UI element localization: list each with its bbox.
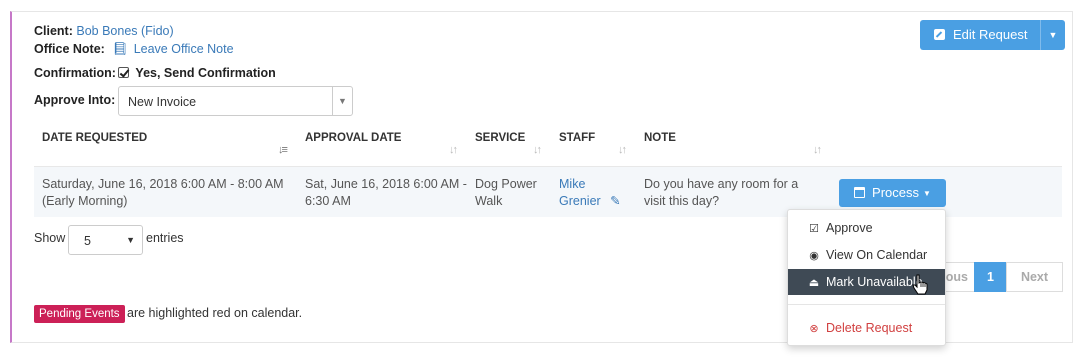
- menu-item-view-calendar[interactable]: ◉ View On Calendar: [788, 242, 945, 268]
- note-line2: visit this day?: [644, 194, 720, 208]
- legend-text: are highlighted red on calendar.: [127, 306, 303, 320]
- edit-request-label: Edit Request: [953, 27, 1028, 42]
- approve-into-value: New Invoice: [128, 95, 197, 109]
- hand-cursor-icon: [912, 274, 928, 295]
- leave-office-note-link[interactable]: Leave Office Note: [134, 42, 234, 56]
- th-note[interactable]: NOTE: [644, 132, 676, 144]
- staff-link-line1[interactable]: Mike: [559, 176, 621, 193]
- delete-request-label: Delete Request: [826, 321, 913, 335]
- approve-into-select[interactable]: New Invoice ▼: [118, 86, 353, 116]
- office-note-row: Office Note: 📘︎ Leave Office Note: [34, 42, 234, 57]
- client-label: Client:: [34, 24, 73, 38]
- th-service[interactable]: SERVICE: [475, 132, 525, 144]
- eject-icon: ⏏: [808, 277, 820, 289]
- th-staff[interactable]: STAFF: [559, 132, 595, 144]
- service-line2: Walk: [475, 194, 503, 208]
- edit-request-button[interactable]: Edit Request: [920, 20, 1040, 50]
- chevron-down-icon: ▼: [126, 235, 135, 245]
- approval-line1: Sat, June 16, 2018 6:00 AM -: [305, 177, 467, 191]
- calendar-icon: [854, 187, 866, 198]
- menu-item-delete-request[interactable]: ⊗ Delete Request: [788, 315, 945, 341]
- menu-divider: [788, 304, 945, 305]
- show-label: Show: [34, 231, 66, 245]
- process-button[interactable]: Process ▼: [839, 179, 946, 207]
- cell-date-requested: Saturday, June 16, 2018 6:00 AM - 8:00 A…: [42, 176, 284, 210]
- client-link[interactable]: Bob Bones (Fido): [76, 24, 173, 38]
- edit-request-button-group: Edit Request ▼: [920, 20, 1065, 50]
- date-requested-line1: Saturday, June 16, 2018 6:00 AM - 8:00 A…: [42, 177, 284, 191]
- sort-icon: ↓↑: [618, 144, 627, 156]
- entries-select[interactable]: 5 ▼: [68, 225, 143, 255]
- approve-label: Approve: [826, 221, 873, 235]
- times-circle-icon: ⊗: [809, 323, 819, 335]
- approve-into-label: Approve Into:: [34, 93, 116, 107]
- process-label: Process: [872, 185, 920, 200]
- th-approval-date[interactable]: APPROVAL DATE: [305, 132, 401, 144]
- menu-item-approve[interactable]: ☑ Approve: [788, 215, 945, 241]
- request-panel: Client: Bob Bones (Fido) Office Note: 📘︎…: [10, 11, 1073, 346]
- book-icon: 📘︎: [112, 42, 129, 56]
- entries-label: entries: [146, 231, 184, 245]
- sort-icon: ↓↑: [533, 144, 542, 156]
- note-line1: Do you have any room for a: [644, 177, 799, 191]
- approve-into-row: Approve Into:: [34, 93, 115, 107]
- cell-service: Dog Power Walk: [475, 176, 537, 210]
- cell-note: Do you have any room for a visit this da…: [644, 176, 798, 210]
- confirmation-row: Confirmation: Yes, Send Confirmation: [34, 66, 276, 80]
- sort-desc-icon: ↓≡: [278, 144, 288, 156]
- th-date-requested[interactable]: DATE REQUESTED: [42, 132, 147, 144]
- confirmation-value: Yes, Send Confirmation: [135, 66, 276, 80]
- edit-request-dropdown-toggle[interactable]: ▼: [1040, 20, 1065, 50]
- approval-line2: 6:30 AM: [305, 194, 351, 208]
- pagination-page-1[interactable]: 1: [974, 262, 1007, 292]
- sort-icon: ↓↑: [449, 144, 458, 156]
- office-note-label: Office Note:: [34, 42, 105, 56]
- sort-icon: ↓↑: [813, 144, 822, 156]
- checkbox-icon: ☑: [809, 223, 819, 235]
- date-requested-line2: (Early Morning): [42, 194, 128, 208]
- mark-unavailable-label: Mark Unavailable: [826, 275, 923, 289]
- chevron-down-icon: ▼: [332, 87, 352, 115]
- caret-down-icon: ▼: [923, 189, 931, 198]
- pagination-next[interactable]: Next: [1006, 262, 1063, 292]
- eye-icon: ◉: [809, 250, 819, 262]
- view-calendar-label: View On Calendar: [826, 248, 928, 262]
- client-row: Client: Bob Bones (Fido): [34, 24, 174, 38]
- confirmation-checkbox[interactable]: [117, 67, 129, 78]
- staff-link-line2[interactable]: Grenier: [559, 194, 601, 208]
- service-line1: Dog Power: [475, 177, 537, 191]
- edit-icon: [934, 29, 945, 40]
- edit-staff-icon[interactable]: ✎: [610, 194, 620, 208]
- pending-events-badge: Pending Events: [34, 305, 125, 323]
- cell-staff: Mike Grenier ✎: [559, 176, 621, 210]
- entries-value: 5: [84, 234, 91, 248]
- confirmation-label: Confirmation:: [34, 66, 116, 80]
- cell-approval-date: Sat, June 16, 2018 6:00 AM - 6:30 AM: [305, 176, 467, 210]
